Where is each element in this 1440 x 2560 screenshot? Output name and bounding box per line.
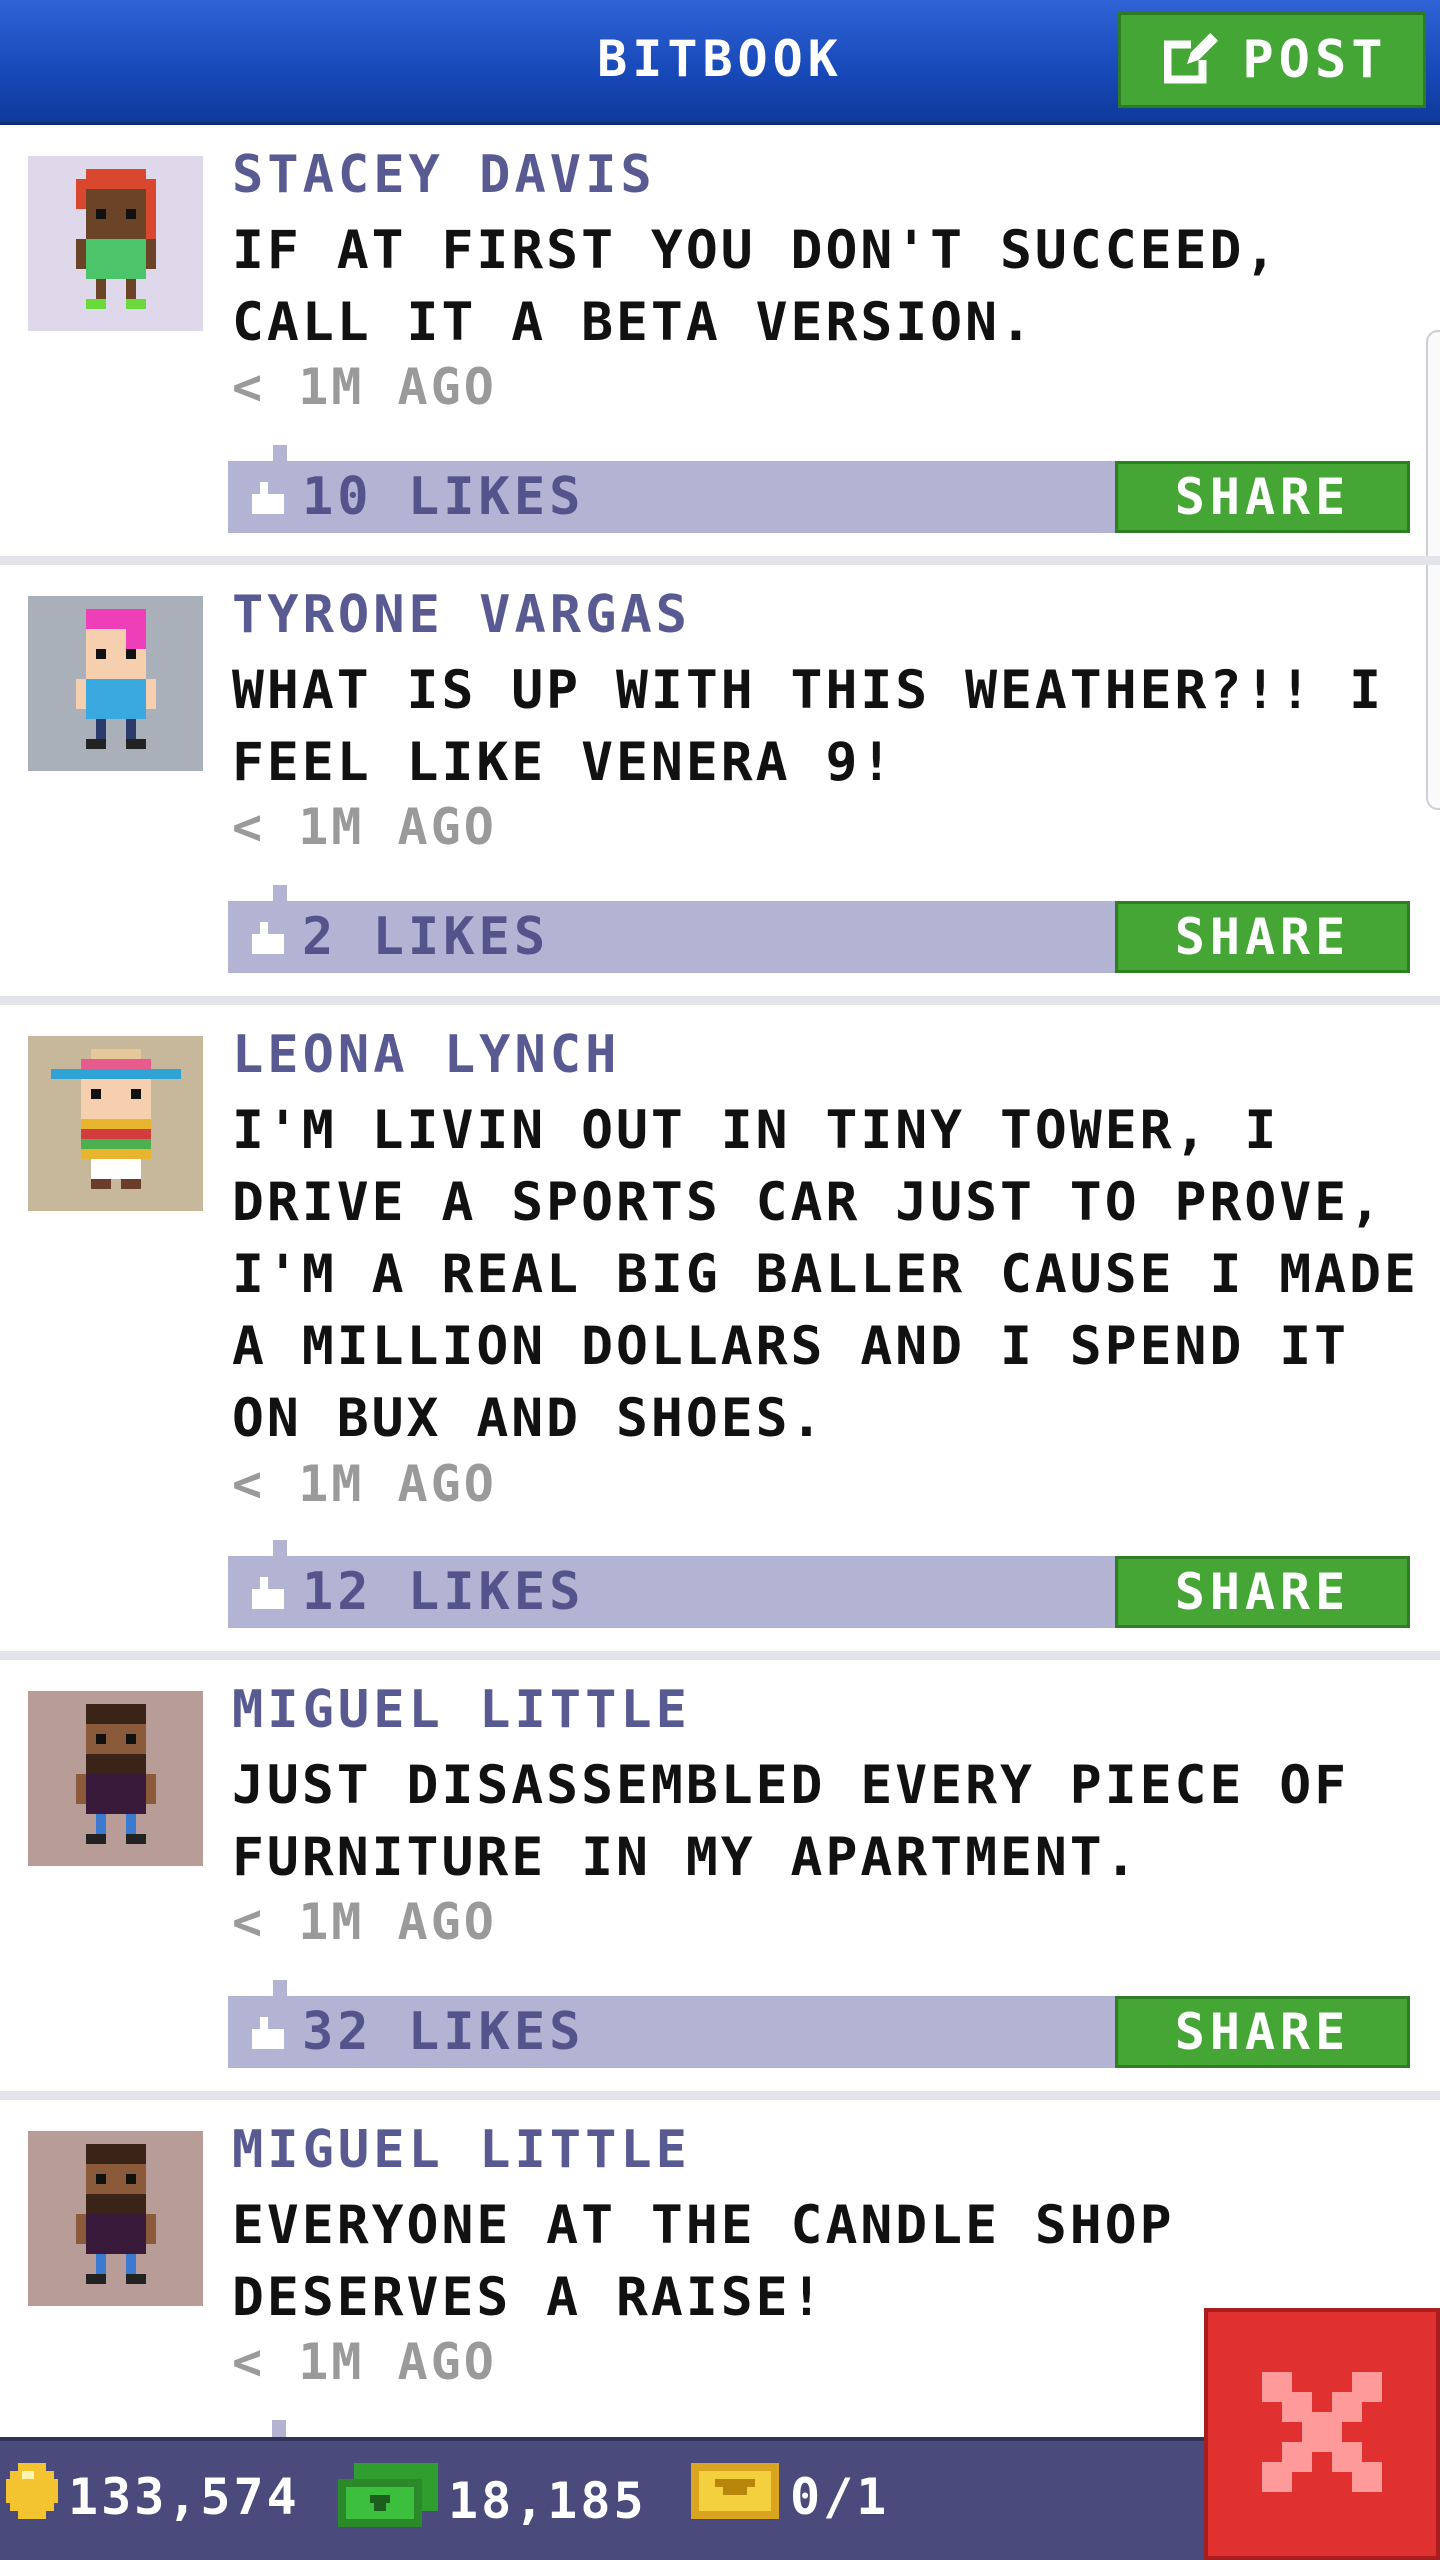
tickets-value: 0/1 [790, 2468, 890, 2526]
golden-ticket-icon [690, 2463, 780, 2531]
bux-counter[interactable]: 18,185 [338, 2463, 647, 2539]
close-icon [1252, 2362, 1392, 2506]
share-button[interactable]: SHARE [1115, 901, 1410, 973]
post-button-label: POST [1242, 30, 1388, 90]
like-button[interactable]: 32 LIKES [248, 2002, 584, 2062]
app-header: BITBOOK POST [0, 0, 1440, 125]
post-author[interactable]: MIGUEL LITTLE [232, 1680, 691, 1740]
thumbs-up-icon [248, 2002, 288, 2062]
share-button[interactable]: SHARE [1115, 1996, 1410, 2068]
coins-counter[interactable]: 133,574 [6, 2463, 300, 2531]
likes-bar-notch [273, 445, 287, 461]
thumbs-up-icon [248, 907, 288, 967]
post-author[interactable]: STACEY DAVIS [232, 145, 656, 205]
likes-count: 32 LIKES [302, 2002, 585, 2062]
likes-count: 10 LIKES [302, 467, 585, 527]
likes-bar: 10 LIKES SHARE [228, 445, 1410, 533]
share-button[interactable]: SHARE [1115, 461, 1410, 533]
post-author[interactable]: MIGUEL LITTLE [232, 2120, 691, 2180]
likes-bar: 32 LIKES SHARE [228, 1980, 1410, 2068]
post-message: I'M LIVIN OUT IN TINY TOWER, I DRIVE A S… [232, 1100, 1419, 1449]
bux-icon [338, 2463, 438, 2539]
post-timestamp: < 1M AGO [232, 358, 497, 416]
coins-value: 133,574 [68, 2468, 300, 2526]
pink-hair-character-avatar[interactable] [28, 596, 203, 771]
post-timestamp: < 1M AGO [232, 2333, 497, 2391]
post-author[interactable]: TYRONE VARGAS [232, 585, 691, 645]
post-author[interactable]: LEONA LYNCH [232, 1025, 620, 1085]
like-button[interactable]: 12 LIKES [248, 1562, 584, 1622]
tickets-counter[interactable]: 0/1 [690, 2463, 889, 2531]
bux-value: 18,185 [448, 2472, 647, 2530]
feed-post: TYRONE VARGAS WHAT IS UP WITH THIS WEATH… [0, 565, 1440, 1005]
feed-post: LEONA LYNCH I'M LIVIN OUT IN TINY TOWER,… [0, 1005, 1440, 1660]
post-timestamp: < 1M AGO [232, 1893, 497, 1951]
like-button[interactable]: 10 LIKES [248, 467, 584, 527]
redhead-character-avatar[interactable] [28, 156, 203, 331]
likes-bar: 2 LIKES SHARE [228, 885, 1410, 973]
share-button[interactable]: SHARE [1115, 1556, 1410, 1628]
likes-count: 12 LIKES [302, 1562, 585, 1622]
sombrero-character-avatar[interactable] [28, 1036, 203, 1211]
bearded-character-avatar[interactable] [28, 2131, 203, 2306]
likes-bar-notch [273, 1540, 287, 1556]
close-button[interactable] [1204, 2308, 1440, 2560]
feed-post: STACEY DAVIS IF AT FIRST YOU DON'T SUCCE… [0, 125, 1440, 565]
feed-post: MIGUEL LITTLE JUST DISASSEMBLED EVERY PI… [0, 1660, 1440, 2100]
post-button[interactable]: POST [1118, 12, 1426, 108]
post-timestamp: < 1M AGO [232, 1455, 497, 1513]
post-timestamp: < 1M AGO [232, 798, 497, 856]
thumbs-up-icon [248, 1562, 288, 1622]
bearded-character-avatar[interactable] [28, 1691, 203, 1866]
likes-bar-notch [273, 885, 287, 901]
post-message: JUST DISASSEMBLED EVERY PIECE OF FURNITU… [232, 1755, 1350, 1888]
likes-count: 2 LIKES [302, 907, 550, 967]
post-message: WHAT IS UP WITH THIS WEATHER?!! I FEEL L… [232, 660, 1384, 793]
thumbs-up-icon [248, 467, 288, 527]
likes-bar: 12 LIKES SHARE [228, 1540, 1410, 1628]
post-message: IF AT FIRST YOU DON'T SUCCEED, CALL IT A… [232, 220, 1280, 353]
compose-icon [1156, 29, 1219, 91]
likes-bar-notch [273, 1980, 287, 1996]
like-button[interactable]: 2 LIKES [248, 907, 549, 967]
coin-icon [6, 2463, 58, 2531]
